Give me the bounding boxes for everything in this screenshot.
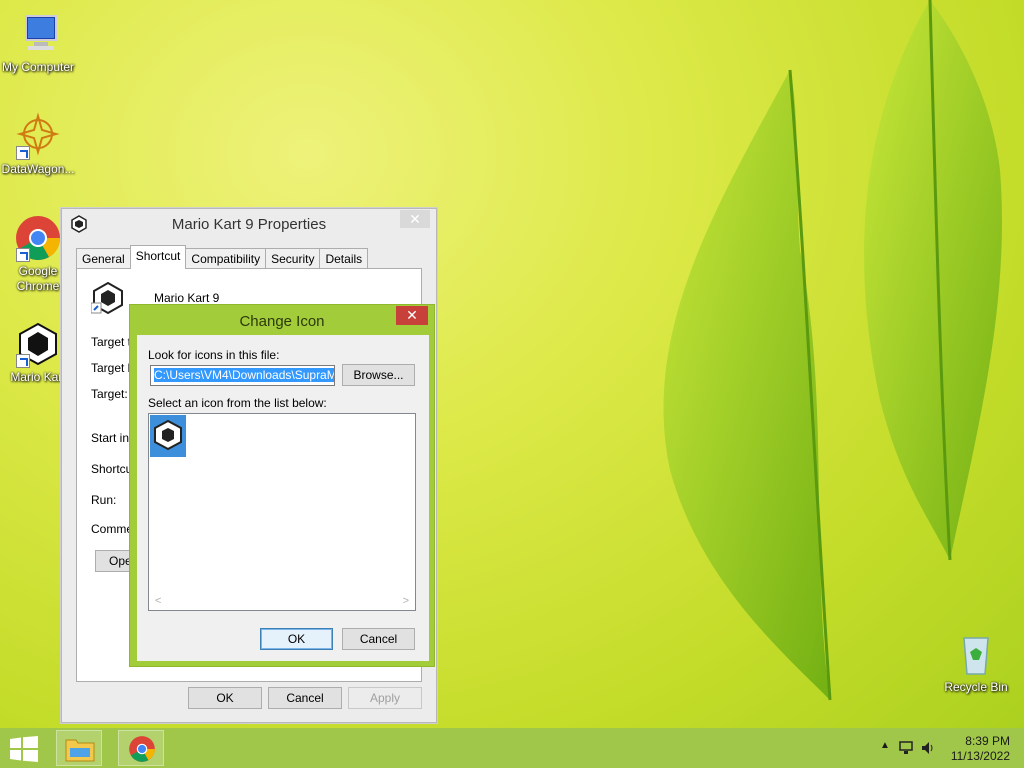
tab-shortcut[interactable]: Shortcut xyxy=(129,245,187,269)
close-button[interactable]: ✕ xyxy=(396,306,428,325)
tab-security[interactable]: Security xyxy=(265,248,321,269)
selected-path-text: C:\Users\VM4\Downloads\SupraMayr xyxy=(154,368,334,382)
taskbar-file-explorer[interactable] xyxy=(56,730,102,766)
folder-icon xyxy=(65,739,95,762)
scroll-right-icon[interactable]: > xyxy=(403,595,409,607)
clock-date: 11/13/2022 xyxy=(950,749,1010,763)
datawagon-icon xyxy=(14,112,62,160)
icon-list[interactable]: < > xyxy=(148,413,416,611)
clock-time: 8:39 PM xyxy=(965,734,1010,748)
close-icon: ✕ xyxy=(406,307,418,323)
desktop-icon-label: Recycle Bin xyxy=(944,680,1008,694)
run-label: Run: xyxy=(91,493,117,507)
target-label: Target: xyxy=(91,387,128,401)
unity-icon xyxy=(154,419,182,451)
tab-compatibility[interactable]: Compatibility xyxy=(185,248,267,269)
recycle-bin-icon xyxy=(952,630,1000,678)
desktop-icon-my-computer[interactable]: My Computer xyxy=(0,10,76,75)
properties-title: Mario Kart 9 Properties xyxy=(171,216,327,233)
change-icon-title: Change Icon xyxy=(239,313,325,330)
cancel-button[interactable]: Cancel xyxy=(268,687,342,709)
cancel-button[interactable]: Cancel xyxy=(342,628,415,650)
desktop-icon-recycle-bin[interactable]: Recycle Bin xyxy=(936,630,1016,695)
windows-logo-icon xyxy=(10,736,38,762)
browse-button[interactable]: Browse... xyxy=(342,364,415,386)
look-for-icons-label: Look for icons in this file: xyxy=(148,348,280,362)
chevron-up-icon[interactable]: ▲ xyxy=(880,740,890,751)
unity-icon xyxy=(91,281,123,315)
scroll-left-icon[interactable]: < xyxy=(155,595,161,607)
clock[interactable]: 8:39 PM 11/13/2022 xyxy=(930,734,1010,764)
ok-button[interactable]: OK xyxy=(260,628,333,650)
tab-general[interactable]: General xyxy=(76,248,131,269)
shortcut-arrow-icon xyxy=(16,248,30,262)
desktop-icon-datawagon[interactable]: DataWagon... xyxy=(0,112,76,177)
select-icon-label: Select an icon from the list below: xyxy=(148,396,327,410)
shortcut-name: Mario Kart 9 xyxy=(154,291,220,305)
wallpaper-leaves xyxy=(663,0,1002,701)
network-icon[interactable] xyxy=(898,740,914,756)
shortcut-arrow-icon xyxy=(16,354,30,368)
chrome-icon xyxy=(129,736,155,762)
properties-titlebar[interactable]: Mario Kart 9 Properties ✕ xyxy=(62,209,436,239)
close-icon: ✕ xyxy=(409,211,421,227)
unity-icon xyxy=(14,320,62,368)
ok-button[interactable]: OK xyxy=(188,687,262,709)
computer-icon xyxy=(14,10,62,58)
change-icon-dialog: Change Icon ✕ Look for icons in this fil… xyxy=(129,304,435,667)
tab-details[interactable]: Details xyxy=(319,248,369,269)
start-in-label: Start in: xyxy=(91,431,133,445)
horizontal-scrollbar[interactable]: < > xyxy=(149,594,415,610)
chrome-icon xyxy=(14,214,62,262)
icon-list-item-selected[interactable] xyxy=(150,415,186,457)
properties-tabs: General Shortcut Compatibility Security … xyxy=(76,245,369,269)
close-button[interactable]: ✕ xyxy=(400,210,430,228)
desktop-icon-label: My Computer xyxy=(1,60,75,74)
shortcut-arrow-icon xyxy=(16,146,30,160)
change-icon-body: Look for icons in this file: C:\Users\VM… xyxy=(137,335,429,661)
icon-file-path-input[interactable]: C:\Users\VM4\Downloads\SupraMayr xyxy=(150,365,335,386)
taskbar: ▲ 8:39 PM 11/13/2022 xyxy=(0,728,1024,768)
system-tray: ▲ 8:39 PM 11/13/2022 xyxy=(864,728,1024,768)
start-button[interactable] xyxy=(10,736,38,762)
desktop-icon-label: DataWagon... xyxy=(1,162,75,176)
apply-button[interactable]: Apply xyxy=(348,687,422,709)
taskbar-chrome[interactable] xyxy=(118,730,164,766)
